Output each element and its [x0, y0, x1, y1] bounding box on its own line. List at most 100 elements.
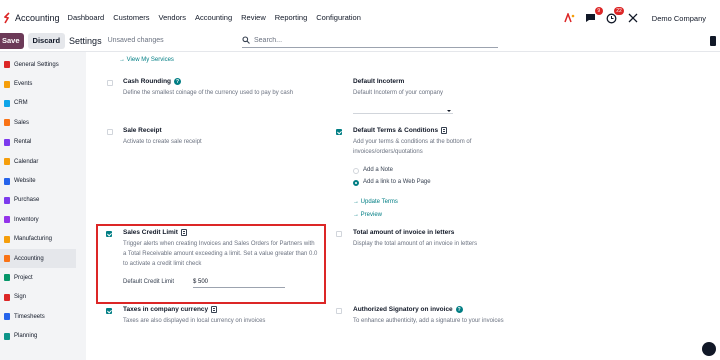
signatory-checkbox[interactable]	[336, 308, 342, 314]
credit-limit-checkbox[interactable]	[106, 231, 112, 237]
sidebar-item-website[interactable]: Website	[0, 171, 76, 190]
menu-configuration[interactable]: Configuration	[316, 13, 361, 22]
sidebar-item-general-settings[interactable]: General Settings	[0, 55, 76, 74]
app-icon	[4, 313, 10, 321]
chat-icon[interactable]: 9	[585, 7, 603, 24]
cash-rounding-desc: Define the smallest coinage of the curre…	[123, 90, 294, 96]
amount-letters-desc: Display the total amount of an invoice i…	[353, 241, 478, 247]
help-icon[interactable]: ?	[455, 306, 463, 313]
app-icon	[4, 274, 10, 282]
menu-review[interactable]: Review	[241, 13, 266, 22]
company-specific-icon	[441, 127, 448, 134]
sidebar-item-label: CRM	[14, 100, 28, 107]
view-services-link[interactable]: → View My Services	[119, 57, 174, 63]
default-credit-limit-input[interactable]: $ 500	[193, 279, 285, 288]
menu-reporting[interactable]: Reporting	[275, 13, 308, 22]
add-link-label: Add a link to a Web Page	[363, 179, 431, 185]
app-icon	[4, 293, 10, 301]
cash-rounding-checkbox[interactable]	[107, 80, 113, 86]
menu-dashboard[interactable]: Dashboard	[68, 13, 105, 22]
sidebar-item-events[interactable]: Events	[0, 74, 76, 93]
clock-icon[interactable]: 22	[606, 7, 624, 24]
sidebar-item-sales[interactable]: Sales	[0, 113, 76, 132]
add-note-radio[interactable]	[353, 168, 359, 174]
preview-link[interactable]: → Preview	[353, 212, 382, 218]
sidebar-item-project[interactable]: Project	[0, 268, 76, 287]
signatory-desc: To enhance authenticity, add a signature…	[353, 318, 504, 324]
company-switcher[interactable]: Demo Company	[652, 14, 706, 23]
taxes-currency-label: Taxes in company currency	[123, 306, 209, 313]
sidebar-item-label: General Settings	[14, 61, 59, 68]
menu-vendors[interactable]: Vendors	[159, 13, 187, 22]
search-icon	[242, 36, 250, 44]
menu-accounting[interactable]: Accounting	[195, 13, 232, 22]
activity-badge: 9	[594, 7, 603, 15]
signatory-label: Authorized Signatory on invoice	[353, 306, 453, 313]
sidebar-item-label: Manufacturing	[14, 236, 53, 243]
messages-badge: 22	[614, 7, 624, 15]
sidebar-item-calendar[interactable]: Calendar	[0, 152, 76, 171]
add-note-label: Add a Note	[363, 167, 394, 173]
default-credit-limit-label: Default Credit Limit	[123, 279, 175, 285]
cash-rounding-title: Cash Rounding ?	[123, 78, 182, 85]
update-terms-link[interactable]: → Update Terms	[353, 199, 398, 205]
sidebar-item-label: Inventory	[14, 216, 39, 223]
sidebar-item-planning[interactable]: Planning	[0, 326, 76, 345]
app-icon	[4, 61, 10, 69]
sidebar-item-inventory[interactable]: Inventory	[0, 210, 76, 229]
sidebar-item-sign[interactable]: Sign	[0, 288, 76, 307]
default-terms-desc: Add your terms & conditions at the botto…	[353, 139, 472, 155]
default-incoterm-title: Default Incoterm	[353, 78, 405, 85]
discard-button[interactable]: Discard	[27, 32, 66, 49]
sidebar-item-label: Project	[14, 274, 33, 281]
sidebar-item-label: Calendar	[14, 158, 39, 165]
default-terms-label: Default Terms & Conditions	[353, 127, 439, 134]
unsaved-status: Unsaved changes	[107, 37, 164, 44]
cash-rounding-label: Cash Rounding	[123, 78, 172, 85]
help-icon[interactable]: ?	[174, 78, 182, 85]
sidebar-item-label: Sign	[14, 294, 27, 301]
save-button[interactable]: Save	[0, 32, 24, 49]
signatory-title: Authorized Signatory on invoice ?	[353, 306, 463, 313]
sale-receipt-title: Sale Receipt	[123, 127, 162, 134]
panel-toggle-icon[interactable]	[710, 36, 716, 46]
sidebar-item-label: Rental	[14, 139, 32, 146]
sidebar-item-crm[interactable]: CRM	[0, 94, 76, 113]
app-icon	[4, 216, 10, 224]
search-box	[242, 33, 498, 48]
app-icon	[4, 332, 10, 340]
sidebar-item-label: Purchase	[14, 197, 40, 204]
default-terms-checkbox[interactable]	[336, 129, 342, 135]
tools-icon[interactable]	[627, 12, 639, 24]
amount-letters-title: Total amount of invoice in letters	[353, 229, 455, 236]
sidebar-item-label: Planning	[14, 333, 38, 340]
sale-receipt-desc: Activate to create sale receipt	[123, 139, 202, 145]
app-icon	[4, 255, 10, 263]
sidebar-item-rental[interactable]: Rental	[0, 133, 76, 152]
chevron-down-icon	[447, 110, 451, 112]
taxes-currency-checkbox[interactable]	[106, 308, 112, 314]
amount-letters-checkbox[interactable]	[336, 231, 342, 237]
company-specific-icon	[180, 229, 187, 236]
sidebar-item-manufacturing[interactable]: Manufacturing	[0, 230, 76, 249]
menu-customers[interactable]: Customers	[113, 13, 149, 22]
app-icon	[4, 119, 10, 127]
sidebar-item-accounting[interactable]: Accounting	[0, 248, 76, 269]
credit-limit-desc: Trigger alerts when creating Invoices an…	[123, 241, 318, 267]
sidebar-item-purchase[interactable]: Purchase	[0, 191, 76, 210]
sale-receipt-checkbox[interactable]	[107, 129, 113, 135]
incoterm-select[interactable]	[353, 106, 453, 114]
sidebar-item-timesheets[interactable]: Timesheets	[0, 307, 76, 326]
settings-sidebar: General Settings Events CRM Sales Rental Cale…	[0, 55, 76, 360]
app-icon	[4, 99, 10, 107]
app-icon	[4, 138, 10, 146]
settings-content	[86, 52, 720, 360]
app-name[interactable]: Accounting	[15, 13, 60, 23]
live-chat-icon[interactable]	[702, 342, 716, 356]
debug-icon[interactable]	[564, 12, 576, 24]
add-link-radio[interactable]	[353, 180, 359, 186]
apps-menu-icon[interactable]	[2, 11, 12, 25]
default-terms-title: Default Terms & Conditions	[353, 127, 448, 134]
search-input[interactable]	[254, 36, 484, 44]
page-title: Settings	[69, 35, 102, 46]
